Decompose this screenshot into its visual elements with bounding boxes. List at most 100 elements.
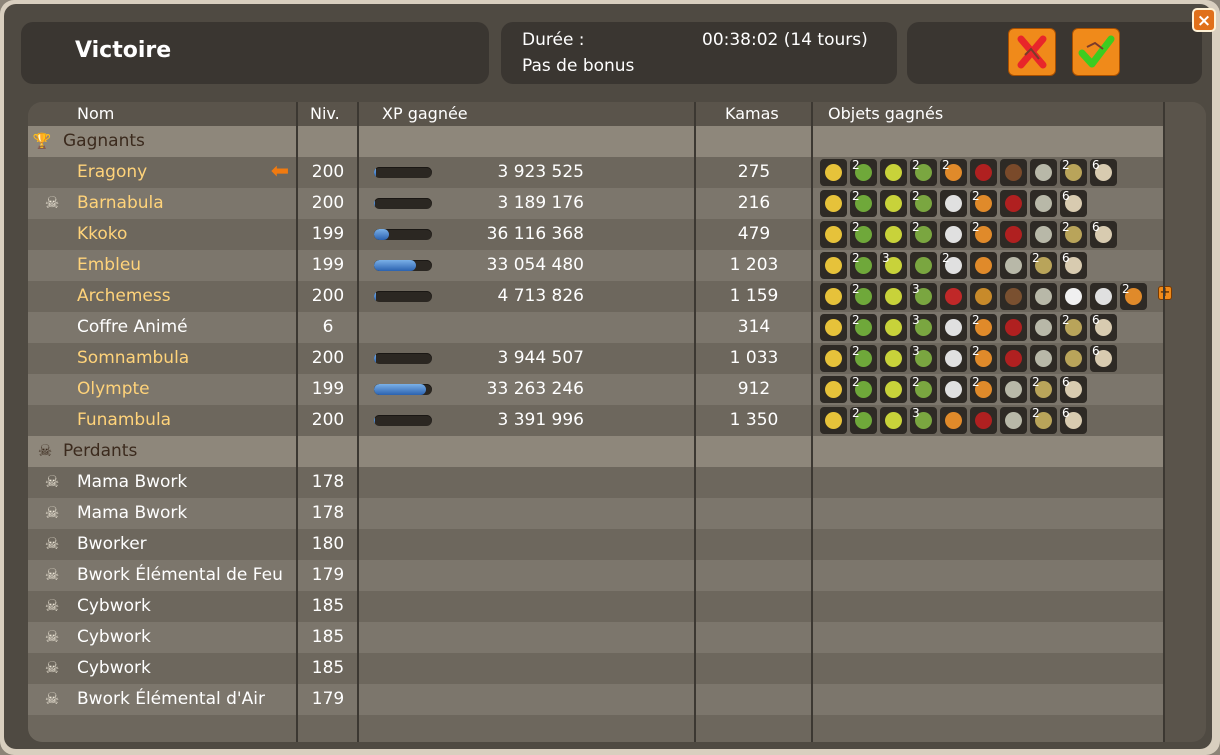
item-icon[interactable]	[880, 314, 907, 341]
item-icon[interactable]	[940, 407, 967, 434]
item-icon[interactable]: 3	[910, 407, 937, 434]
item-icon[interactable]: 2	[970, 190, 997, 217]
item-icon[interactable]: 2	[850, 159, 877, 186]
item-icon[interactable]	[880, 159, 907, 186]
item-icon[interactable]: 6	[1090, 345, 1117, 372]
item-icon[interactable]	[820, 252, 847, 279]
item-icon[interactable]: 2	[1060, 314, 1087, 341]
player-name[interactable]: Somnambula	[77, 348, 189, 368]
table-row[interactable]: ☠ Cybwork 185	[28, 653, 1164, 684]
item-icon[interactable]: 2	[1120, 283, 1147, 310]
item-icon[interactable]	[1000, 252, 1027, 279]
item-icon[interactable]: 2	[970, 345, 997, 372]
player-name[interactable]: Embleu	[77, 255, 141, 275]
item-icon[interactable]: 6	[1090, 314, 1117, 341]
table-row[interactable]: ☠ Barnabula 200 3 189 176 216 2 2 2 6	[28, 188, 1164, 219]
item-icon[interactable]	[1030, 190, 1057, 217]
item-icon[interactable]: 6	[1060, 190, 1087, 217]
item-icon[interactable]	[940, 314, 967, 341]
item-icon[interactable]	[1030, 283, 1057, 310]
item-icon[interactable]: 6	[1060, 252, 1087, 279]
item-icon[interactable]	[880, 221, 907, 248]
player-name[interactable]: Bwork Élémental de Feu	[77, 565, 283, 585]
table-row-empty[interactable]	[28, 715, 1164, 742]
table-row[interactable]: ☠ Cybwork 185	[28, 622, 1164, 653]
item-icon[interactable]	[820, 190, 847, 217]
item-icon[interactable]: 2	[850, 252, 877, 279]
item-icon[interactable]	[970, 159, 997, 186]
item-icon[interactable]	[820, 407, 847, 434]
item-icon[interactable]	[820, 376, 847, 403]
item-icon[interactable]	[940, 345, 967, 372]
table-row[interactable]: ☠ Cybwork 185	[28, 591, 1164, 622]
item-icon[interactable]: 2	[850, 314, 877, 341]
item-icon[interactable]: 2	[1030, 252, 1057, 279]
item-icon[interactable]	[1030, 314, 1057, 341]
item-icon[interactable]	[1000, 345, 1027, 372]
table-row[interactable]: ☠ Mama Bwork 178	[28, 467, 1164, 498]
item-icon[interactable]: 2	[850, 283, 877, 310]
item-icon[interactable]: 2	[910, 159, 937, 186]
item-icon[interactable]: 2	[850, 221, 877, 248]
item-icon[interactable]: 2	[1030, 407, 1057, 434]
player-name[interactable]: Mama Bwork	[77, 503, 187, 523]
player-name[interactable]: Barnabula	[77, 193, 164, 213]
item-icon[interactable]: 3	[880, 252, 907, 279]
player-name[interactable]: Eragony	[77, 162, 147, 182]
item-icon[interactable]	[820, 221, 847, 248]
item-icon[interactable]	[1060, 345, 1087, 372]
item-icon[interactable]	[820, 159, 847, 186]
player-name[interactable]: Mama Bwork	[77, 472, 187, 492]
item-icon[interactable]: 6	[1060, 376, 1087, 403]
item-icon[interactable]	[820, 345, 847, 372]
item-icon[interactable]: 6	[1090, 159, 1117, 186]
player-name[interactable]: Bworker	[77, 534, 147, 554]
player-name[interactable]: Cybwork	[77, 596, 151, 616]
item-icon[interactable]	[1000, 314, 1027, 341]
table-row[interactable]: Somnambula 200 3 944 507 1 033 2 3 2 6	[28, 343, 1164, 374]
item-icon[interactable]: 2	[910, 190, 937, 217]
item-icon[interactable]	[1090, 283, 1117, 310]
item-icon[interactable]: 2	[910, 376, 937, 403]
item-icon[interactable]	[940, 283, 967, 310]
item-icon[interactable]: 6	[1090, 221, 1117, 248]
item-icon[interactable]	[1030, 345, 1057, 372]
table-row[interactable]: ☠ Mama Bwork 178	[28, 498, 1164, 529]
table-row[interactable]: Coffre Animé 6 314 2 3 2 2 6	[28, 312, 1164, 343]
table-row[interactable]: Eragony ⬅ 200 3 923 525 275 2 2 2 2 6	[28, 157, 1164, 188]
item-icon[interactable]	[880, 407, 907, 434]
item-icon[interactable]: 2	[1060, 221, 1087, 248]
refuse-button[interactable]	[1008, 28, 1056, 76]
item-icon[interactable]: 2	[970, 314, 997, 341]
item-icon[interactable]	[1000, 283, 1027, 310]
item-icon[interactable]	[820, 283, 847, 310]
item-icon[interactable]: 3	[910, 283, 937, 310]
item-icon[interactable]	[970, 252, 997, 279]
item-icon[interactable]	[1030, 221, 1057, 248]
item-icon[interactable]: 2	[850, 345, 877, 372]
item-icon[interactable]: 2	[910, 221, 937, 248]
item-icon[interactable]: 2	[1060, 159, 1087, 186]
item-icon[interactable]	[940, 221, 967, 248]
table-row[interactable]: Archemess 200 4 713 826 1 159 2 3 2 +	[28, 281, 1172, 312]
item-icon[interactable]	[880, 283, 907, 310]
item-icon[interactable]: 2	[970, 376, 997, 403]
item-icon[interactable]	[970, 407, 997, 434]
item-icon[interactable]	[1000, 159, 1027, 186]
item-icon[interactable]	[1000, 407, 1027, 434]
item-icon[interactable]	[1000, 376, 1027, 403]
player-name[interactable]: Coffre Animé	[77, 317, 188, 337]
table-row[interactable]: ☠ Bwork Élémental d'Air 179	[28, 684, 1164, 715]
item-icon[interactable]: 3	[910, 314, 937, 341]
table-row[interactable]: ☠ Bworker 180	[28, 529, 1164, 560]
table-row[interactable]: ☠ Bwork Élémental de Feu 179	[28, 560, 1164, 591]
item-icon[interactable]: 2	[940, 159, 967, 186]
item-icon[interactable]	[880, 376, 907, 403]
item-icon[interactable]	[1000, 190, 1027, 217]
player-name[interactable]: Cybwork	[77, 627, 151, 647]
table-row[interactable]: Kkoko 199 36 116 368 479 2 2 2 2 6	[28, 219, 1164, 250]
player-name[interactable]: Olympte	[77, 379, 150, 399]
item-icon[interactable]	[910, 252, 937, 279]
item-icon[interactable]: 2	[850, 376, 877, 403]
item-icon[interactable]: 2	[970, 221, 997, 248]
